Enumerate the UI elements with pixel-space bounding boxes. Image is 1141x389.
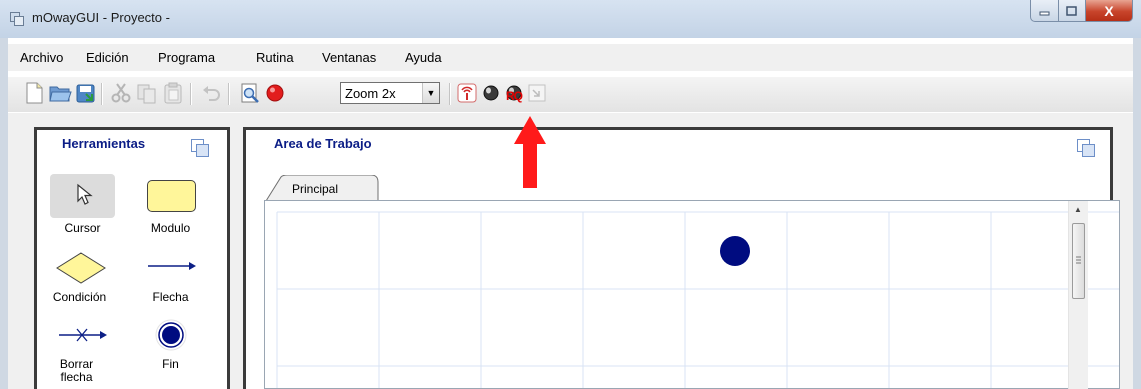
black-ball-icon [483,85,499,101]
close-button[interactable]: X [1086,0,1133,22]
copy-icon [137,84,156,104]
cut-icon [111,83,131,103]
zoom-select[interactable]: Zoom 2x ▼ [340,82,440,104]
menu-edicion[interactable]: Edición [86,50,129,65]
tool-flecha-label[interactable]: Flecha [138,291,203,304]
menu-programa[interactable]: Programa [158,50,215,65]
antenna-icon [457,83,477,103]
record-icon [266,84,284,102]
end-icon[interactable] [153,317,189,353]
grip-icon [1076,256,1081,264]
title-bar: mOwayGUI - Proyecto - X [0,0,1141,38]
menu-archivo[interactable]: Archivo [20,50,63,65]
work-area-title: Area de Trabajo [274,136,372,151]
paste-icon [164,82,182,104]
minimize-button[interactable] [1030,0,1059,22]
maximize-button[interactable] [1059,0,1086,22]
undo-icon [203,86,220,101]
scrollbar-thumb[interactable] [1072,223,1085,299]
exit-button[interactable] [525,81,549,105]
debug-button[interactable]: RQ [502,81,526,105]
app-icon [10,12,24,26]
close-icon: X [1104,2,1114,19]
condition-diamond-icon[interactable] [55,251,107,285]
connect-button[interactable] [479,81,503,105]
tool-cursor-label[interactable]: Cursor [50,222,115,235]
tool-fin-label[interactable]: Fin [138,358,203,371]
work-canvas[interactable] [264,200,1120,389]
tab-principal-label[interactable]: Principal [292,182,338,196]
chevron-down-icon[interactable]: ▼ [422,83,439,103]
tools-panel-title: Herramientas [62,136,146,151]
menu-ayuda[interactable]: Ayuda [405,50,442,65]
open-button[interactable] [48,81,72,105]
new-file-button[interactable] [22,81,46,105]
magnifier-page-icon [241,83,259,103]
dock-icon[interactable] [1077,139,1095,157]
paste-button[interactable] [161,81,185,105]
scroll-up-icon[interactable]: ▲ [1074,205,1082,214]
delete-arrow-icon[interactable] [57,324,109,346]
menu-bar: Archivo Edición Programa Rutina Ventanas… [8,44,1133,71]
open-folder-icon [49,86,72,102]
rf-settings-button[interactable] [455,81,479,105]
cut-button[interactable] [109,81,133,105]
vertical-scrollbar[interactable]: ▲ [1068,201,1088,389]
zoom-value: Zoom 2x [345,86,396,101]
annotation-arrow-icon [514,116,546,188]
module-icon[interactable] [147,180,196,212]
save-button[interactable] [74,81,98,105]
minimize-icon [1039,11,1049,15]
arrow-icon[interactable] [146,258,198,274]
cursor-icon [77,183,93,205]
record-button[interactable] [263,81,287,105]
canvas-start-node[interactable] [717,233,753,269]
debug-rq-label: RQ [506,89,523,103]
menu-rutina[interactable]: Rutina [256,50,294,65]
maximize-icon [1066,5,1077,16]
copy-button[interactable] [135,81,159,105]
dock-icon[interactable] [191,139,209,157]
window-title: mOwayGUI - Proyecto - [32,10,170,25]
new-file-icon [26,82,43,104]
save-disk-icon [76,84,95,103]
canvas-grid [276,211,1119,388]
toolbar: RQ [8,77,1133,112]
menu-ventanas[interactable]: Ventanas [322,50,376,65]
undo-button[interactable] [199,81,223,105]
tool-condicion-label[interactable]: Condición [47,291,112,304]
preview-button[interactable] [238,81,262,105]
exit-arrow-icon [528,84,546,102]
tool-borrar-flecha-label[interactable]: Borrar flecha [44,358,109,384]
tool-module-label[interactable]: Modulo [138,222,203,235]
